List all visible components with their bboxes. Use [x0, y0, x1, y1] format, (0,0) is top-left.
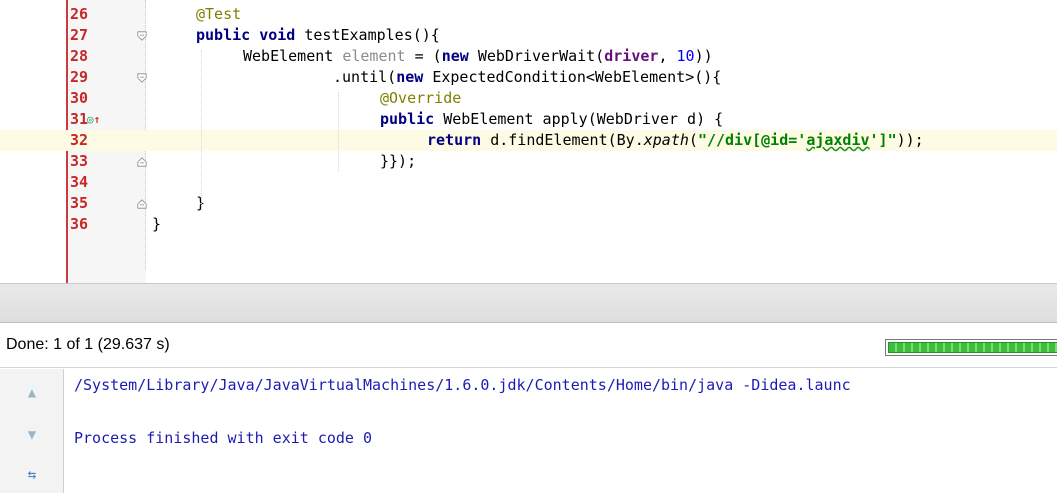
- code-line[interactable]: 29 .until(new ExpectedCondition<WebEleme…: [0, 67, 1057, 88]
- line-number: 27: [70, 26, 89, 44]
- code-text: .until(new ExpectedCondition<WebElement>…: [333, 68, 722, 86]
- code-line[interactable]: 35 }: [0, 193, 1057, 214]
- code-text: @Test: [196, 5, 242, 23]
- run-panel: Done: 1 of 1 (29.637 s) ▲ ▼ ⇆ /System/Li…: [0, 324, 1057, 493]
- code-text: return d.findElement(By.xpath("//div[@id…: [427, 131, 924, 149]
- indent-guide: [201, 50, 202, 210]
- code-line[interactable]: 34: [0, 172, 1057, 193]
- override-implements-icon[interactable]: ◎↑: [87, 109, 100, 130]
- up-arrow-icon[interactable]: ▲: [22, 383, 42, 403]
- console-line: Process finished with exit code 0: [74, 429, 373, 447]
- code-line[interactable]: 36 }: [0, 214, 1057, 235]
- console-toolbar: ▲ ▼ ⇆: [0, 369, 64, 493]
- code-line[interactable]: 26 @Test: [0, 4, 1057, 25]
- code-text: WebElement element = (new WebDriverWait(…: [243, 47, 713, 65]
- line-number: 34: [70, 173, 89, 191]
- code-editor[interactable]: 26 @Test 27 public void testExamples(){ …: [0, 0, 1057, 283]
- line-number: 35: [70, 194, 89, 212]
- fold-end-icon[interactable]: [136, 199, 148, 209]
- test-progress-fill: [888, 342, 1057, 353]
- panel-splitter[interactable]: [0, 283, 1057, 323]
- code-line[interactable]: 28 WebElement element = (new WebDriverWa…: [0, 46, 1057, 67]
- code-text: }});: [380, 152, 417, 170]
- indent-guide: [338, 92, 339, 172]
- line-number: 29: [70, 68, 89, 86]
- line-number: 26: [70, 5, 89, 23]
- code-line[interactable]: 27 public void testExamples(){: [0, 25, 1057, 46]
- line-number: 33: [70, 152, 89, 170]
- console-line: /System/Library/Java/JavaVirtualMachines…: [74, 376, 851, 394]
- fold-end-icon[interactable]: [136, 157, 148, 167]
- line-number: 30: [70, 89, 89, 107]
- test-status-bar: Done: 1 of 1 (29.637 s): [0, 324, 1057, 368]
- code-text: }: [152, 215, 162, 233]
- soft-wrap-icon[interactable]: ⇆: [22, 465, 42, 485]
- line-number: 28: [70, 47, 89, 65]
- test-progress-bar: [885, 339, 1057, 356]
- down-arrow-icon[interactable]: ▼: [22, 425, 42, 445]
- code-line[interactable]: 33 }});: [0, 151, 1057, 172]
- fold-collapse-icon[interactable]: [136, 31, 148, 41]
- console-output[interactable]: /System/Library/Java/JavaVirtualMachines…: [74, 369, 1057, 493]
- line-number: 32: [70, 131, 89, 149]
- code-line-current[interactable]: 32 return d.findElement(By.xpath("//div[…: [0, 130, 1057, 151]
- code-text: public WebElement apply(WebDriver d) {: [380, 110, 724, 128]
- line-number: 36: [70, 215, 89, 233]
- test-status-text: Done: 1 of 1 (29.637 s): [6, 336, 170, 353]
- code-text: public void testExamples(){: [196, 26, 440, 44]
- fold-collapse-icon[interactable]: [136, 73, 148, 83]
- code-line[interactable]: 30 @Override: [0, 88, 1057, 109]
- code-line[interactable]: 31 ◎↑ public WebElement apply(WebDriver …: [0, 109, 1057, 130]
- code-text: @Override: [380, 89, 462, 107]
